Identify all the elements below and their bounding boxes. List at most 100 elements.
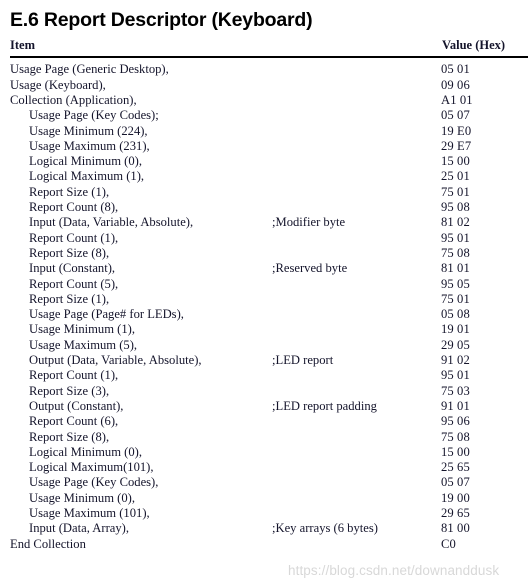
document-page: E.6 Report Descriptor (Keyboard) Item Va…: [0, 0, 528, 587]
watermark-text: https://blog.csdn.net/downanddusk: [288, 563, 500, 578]
table-row: Report Count (8), 95 08: [10, 200, 528, 215]
row-item-cell: Usage Maximum (231),: [29, 138, 150, 153]
row-comment-cell: ;LED report: [272, 353, 334, 368]
row-item-cell: Input (Constant),: [29, 261, 116, 276]
table-row: Logical Minimum (0), 15 00: [10, 154, 528, 169]
row-comment-cell: ;Key arrays (6 bytes): [272, 521, 378, 536]
row-value-cell: 95 06: [441, 414, 470, 429]
row-comment-cell: [272, 57, 441, 77]
row-value-cell: 75 08: [441, 245, 470, 260]
row-item-cell: Report Count (8),: [29, 200, 119, 215]
table-row: End Collection C0: [10, 537, 528, 552]
row-comment-cell: [272, 384, 441, 399]
row-value-cell: 95 01: [441, 230, 470, 245]
table-row: Usage Minimum (1), 19 01: [10, 322, 528, 337]
table-row: Report Size (1), 75 01: [10, 185, 528, 200]
row-value-cell: A1 01: [441, 92, 473, 107]
table-row: Output (Data, Variable, Absolute), ;LED r…: [10, 353, 528, 368]
row-comment-cell: [272, 430, 441, 445]
row-item-cell: End Collection: [10, 536, 86, 551]
row-value-cell: 75 01: [441, 184, 470, 199]
row-item-cell: Usage Page (Key Codes),: [29, 475, 159, 490]
row-item-cell: Usage Page (Key Codes);: [29, 108, 159, 123]
row-comment-cell: ;LED report padding: [272, 398, 377, 413]
row-value-cell: 15 00: [441, 444, 470, 459]
row-value-cell: 15 00: [441, 154, 470, 169]
table-row: Report Size (8), 75 08: [10, 430, 528, 445]
table-row: Logical Minimum (0), 15 00: [10, 445, 528, 460]
table-row: Input (Data, Array), ;Key arrays (6 bytes…: [10, 521, 528, 536]
row-item-cell: Report Size (1),: [29, 291, 110, 306]
table-row: Report Count (1), 95 01: [10, 368, 528, 383]
row-comment-cell: [272, 414, 441, 429]
row-item-cell: Input (Data, Variable, Absolute),: [29, 215, 194, 230]
row-item-cell: Usage Minimum (0),: [29, 490, 135, 505]
row-value-cell: 81 00: [441, 521, 470, 536]
row-item-cell: Usage Minimum (224),: [29, 123, 148, 138]
table-row: Report Size (8), 75 08: [10, 246, 528, 261]
row-value-cell: 25 65: [441, 460, 470, 475]
table-row: Usage Minimum (224), 19 E0: [10, 124, 528, 139]
row-value-cell: 75 01: [441, 291, 470, 306]
row-item-cell: Logical Maximum(101),: [29, 460, 154, 475]
report-descriptor-table: Item Value (Hex) Usage Page (Generic Des…: [10, 38, 528, 552]
row-value-cell: 25 01: [441, 169, 470, 184]
row-value-cell: 95 01: [441, 368, 470, 383]
table-row: Input (Constant), ;Reserved byte 81 01: [10, 261, 528, 276]
row-value-cell: 19 00: [441, 490, 470, 505]
row-value-cell: C0: [441, 536, 456, 551]
table-row: Logical Maximum (1), 25 01: [10, 169, 528, 184]
table-header: Item Value (Hex): [10, 38, 528, 58]
row-value-cell: 19 01: [441, 322, 470, 337]
row-comment-cell: [272, 445, 441, 460]
table-row: Usage Page (Generic Desktop), 05 01: [10, 57, 528, 77]
table-row: Report Count (6), 95 06: [10, 414, 528, 429]
row-item-cell: Report Count (6),: [29, 414, 119, 429]
row-item-cell: Logical Maximum (1),: [29, 169, 145, 184]
table-row: Usage Page (Key Codes); 05 07: [10, 108, 528, 123]
row-comment-cell: [272, 460, 441, 475]
table-row: Usage Page (Page# for LEDs), 05 08: [10, 307, 528, 322]
table-row: Input (Data, Variable, Absolute), ;Modifi…: [10, 215, 528, 230]
row-comment-cell: [272, 78, 441, 93]
row-comment-cell: [272, 231, 441, 246]
row-item-cell: Logical Minimum (0),: [29, 154, 142, 169]
row-item-cell: Report Size (8),: [29, 429, 110, 444]
row-value-cell: 81 01: [441, 261, 470, 276]
row-value-cell: 05 08: [441, 307, 470, 322]
row-value-cell: 81 02: [441, 215, 470, 230]
row-item-cell: Usage Minimum (1),: [29, 322, 135, 337]
table-row: Report Size (1), 75 01: [10, 292, 528, 307]
table-row: Usage Page (Key Codes), 05 07: [10, 475, 528, 490]
row-comment-cell: [272, 277, 441, 292]
row-item-cell: Usage Page (Page# for LEDs),: [29, 307, 184, 322]
row-item-cell: Report Count (1),: [29, 368, 119, 383]
row-item-cell: Output (Data, Variable, Absolute),: [29, 353, 202, 368]
row-value-cell: 95 08: [441, 200, 470, 215]
row-comment-cell: [272, 246, 441, 261]
row-comment-cell: [272, 93, 441, 108]
table-row: Usage Maximum (5), 29 05: [10, 338, 528, 353]
row-comment-cell: [272, 537, 441, 552]
table-row: Output (Constant), ;LED report padding 91 …: [10, 399, 528, 414]
row-value-cell: 09 06: [441, 77, 470, 92]
row-value-cell: 91 02: [441, 353, 470, 368]
row-item-cell: Report Size (1),: [29, 184, 110, 199]
row-comment-cell: [272, 368, 441, 383]
page-title: E.6 Report Descriptor (Keyboard): [10, 9, 313, 31]
row-value-cell: 05 07: [441, 108, 470, 123]
row-comment-cell: ;Reserved byte: [272, 261, 348, 276]
row-item-cell: Report Size (3),: [29, 383, 110, 398]
table-row: Usage Maximum (231), 29 E7: [10, 139, 528, 154]
table-row: Report Count (1), 95 01: [10, 231, 528, 246]
column-header-item: Item: [10, 38, 35, 53]
row-item-cell: Report Size (8),: [29, 245, 110, 260]
column-header-value: Value (Hex): [442, 38, 506, 53]
row-comment-cell: [272, 139, 441, 154]
row-value-cell: 05 07: [441, 475, 470, 490]
row-item-cell: Report Count (5),: [29, 276, 119, 291]
row-item-cell: Input (Data, Array),: [29, 521, 130, 536]
row-value-cell: 19 E0: [441, 123, 472, 138]
row-comment-cell: [272, 506, 441, 521]
row-value-cell: 95 05: [441, 276, 470, 291]
